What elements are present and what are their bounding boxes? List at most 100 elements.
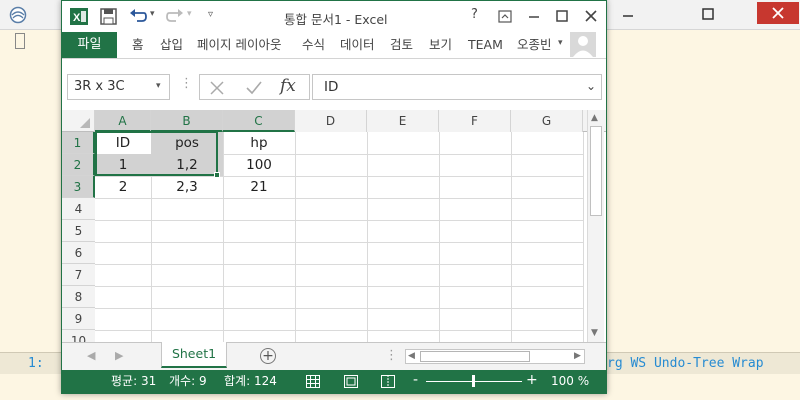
- excel-icon: X: [70, 8, 88, 25]
- column-header-a[interactable]: A: [95, 110, 151, 132]
- horizontal-scrollbar[interactable]: ◀ ▶: [405, 349, 585, 364]
- row-header-4[interactable]: 4: [62, 198, 95, 220]
- text-cursor: [15, 33, 25, 49]
- row-header-9[interactable]: 9: [62, 308, 95, 330]
- redo-icon[interactable]: [166, 7, 184, 25]
- minimize-icon[interactable]: [620, 6, 636, 22]
- column-header-d[interactable]: D: [295, 110, 367, 132]
- row-header-10[interactable]: 10: [62, 330, 95, 342]
- save-icon[interactable]: [100, 8, 117, 25]
- modeline-left: 1:: [28, 356, 44, 371]
- tab-view[interactable]: 보기: [429, 32, 452, 58]
- close-icon[interactable]: [584, 9, 598, 23]
- ribbon-tabs: 파일 홈 삽입 페이지 레이아웃 수식 데이터 검토 보기 TEAM 오종빈 ▾: [62, 32, 606, 58]
- tab-split-icon[interactable]: ⋮: [385, 348, 398, 363]
- user-name[interactable]: 오종빈: [517, 32, 552, 58]
- browser-icon: [9, 6, 27, 24]
- formula-content: ID: [324, 79, 339, 95]
- formula-buttons: fx: [199, 74, 310, 100]
- row-header-6[interactable]: 6: [62, 242, 95, 264]
- formula-input[interactable]: ID ⌄: [312, 74, 602, 100]
- window-title: 통합 문서1 - Excel: [284, 12, 388, 27]
- next-sheet-icon[interactable]: ▶: [115, 349, 123, 362]
- cancel-icon[interactable]: [209, 80, 225, 96]
- cell-a3[interactable]: 2: [95, 176, 151, 198]
- row-header-3[interactable]: 3: [62, 176, 95, 198]
- scroll-down-icon[interactable]: ▼: [591, 328, 598, 338]
- select-all-button[interactable]: [62, 110, 95, 132]
- vertical-scrollbar[interactable]: ▲ ▼: [587, 110, 604, 342]
- prev-sheet-icon[interactable]: ◀: [87, 349, 95, 362]
- insert-function-button[interactable]: fx: [280, 76, 296, 96]
- zoom-in-button[interactable]: +: [526, 369, 538, 392]
- cell-a1[interactable]: ID: [95, 132, 151, 154]
- ribbon-display-icon[interactable]: [498, 10, 512, 23]
- zoom-slider-thumb[interactable]: [472, 375, 475, 387]
- tab-formulas[interactable]: 수식: [302, 32, 325, 58]
- dropdown-icon[interactable]: ▿: [208, 9, 213, 20]
- avatar[interactable]: [570, 32, 596, 57]
- undo-dropdown-icon[interactable]: ▾: [150, 9, 155, 19]
- cell-b3[interactable]: 2,3: [151, 176, 223, 198]
- row-header-column: 1 2 3 4 5 6 7 8 9 10: [62, 132, 95, 342]
- cell-c3[interactable]: 21: [223, 176, 295, 198]
- help-button[interactable]: ?: [471, 7, 478, 22]
- cell-c1[interactable]: hp: [223, 132, 295, 154]
- cell-b1[interactable]: pos: [151, 132, 223, 154]
- row-header-8[interactable]: 8: [62, 286, 95, 308]
- name-box[interactable]: 3R x 3C ▾: [67, 74, 170, 100]
- scroll-left-icon[interactable]: ◀: [408, 351, 415, 361]
- column-header-b[interactable]: B: [151, 110, 223, 132]
- tab-data[interactable]: 데이터: [340, 32, 375, 58]
- row-header-7[interactable]: 7: [62, 264, 95, 286]
- status-count: 개수: 9: [169, 374, 207, 388]
- cell-b2[interactable]: 1,2: [151, 154, 223, 176]
- normal-view-icon[interactable]: [306, 375, 320, 388]
- redo-dropdown-icon[interactable]: ▾: [187, 9, 192, 19]
- zoom-out-button[interactable]: -: [413, 369, 418, 392]
- tab-insert[interactable]: 삽입: [160, 32, 183, 58]
- status-sum: 합계: 124: [224, 374, 277, 388]
- ribbon-divider: [62, 58, 606, 59]
- add-sheet-button[interactable]: +: [260, 348, 276, 364]
- tab-team[interactable]: TEAM: [468, 32, 503, 58]
- column-header-row: A B C D E F G: [62, 110, 606, 132]
- worksheet-grid[interactable]: A B C D E F G 1 2 3 4 5 6 7 8 9 10 ID po…: [62, 110, 606, 342]
- close-button[interactable]: [757, 2, 799, 24]
- column-header-g[interactable]: G: [511, 110, 583, 132]
- sheet-tab-sheet1[interactable]: Sheet1: [161, 342, 227, 368]
- cell-a2[interactable]: 1: [95, 154, 151, 176]
- minimize-icon[interactable]: [527, 9, 541, 23]
- horizontal-scroll-thumb[interactable]: [420, 351, 530, 362]
- grip-icon: ⋮: [180, 76, 193, 91]
- tab-review[interactable]: 검토: [390, 32, 413, 58]
- maximize-icon[interactable]: [555, 9, 569, 23]
- user-dropdown-icon[interactable]: ▾: [558, 38, 563, 48]
- scroll-up-icon[interactable]: ▲: [591, 113, 598, 123]
- row-header-2[interactable]: 2: [62, 154, 95, 176]
- maximize-icon[interactable]: [700, 6, 716, 22]
- title-bar: X ▾ ▾ ▿ 통합 문서1 - Excel ?: [62, 1, 606, 32]
- enter-icon[interactable]: [245, 80, 263, 96]
- page-layout-icon[interactable]: [344, 375, 358, 388]
- zoom-level[interactable]: 100 %: [551, 370, 589, 393]
- user-icon: [573, 36, 593, 57]
- column-header-f[interactable]: F: [439, 110, 511, 132]
- cell-c2[interactable]: 100: [223, 154, 295, 176]
- expand-formula-icon[interactable]: ⌄: [586, 79, 596, 93]
- tab-home[interactable]: 홈: [132, 32, 144, 58]
- scroll-right-icon[interactable]: ▶: [574, 351, 581, 361]
- name-box-dropdown-icon[interactable]: ▾: [156, 81, 161, 91]
- close-icon: [772, 7, 784, 19]
- undo-icon[interactable]: [129, 7, 147, 25]
- row-header-5[interactable]: 5: [62, 220, 95, 242]
- status-bar: 평균: 31 개수: 9 합계: 124 - + 100 %: [62, 370, 606, 393]
- tab-file[interactable]: 파일: [62, 32, 117, 58]
- column-header-e[interactable]: E: [367, 110, 439, 132]
- page-break-icon[interactable]: [381, 375, 395, 388]
- row-header-1[interactable]: 1: [62, 132, 95, 154]
- column-header-c[interactable]: C: [223, 110, 295, 132]
- formula-bar: 3R x 3C ▾ ⋮ fx ID ⌄: [62, 71, 606, 103]
- vertical-scroll-thumb[interactable]: [590, 126, 602, 216]
- tab-page-layout[interactable]: 페이지 레이아웃: [197, 32, 281, 58]
